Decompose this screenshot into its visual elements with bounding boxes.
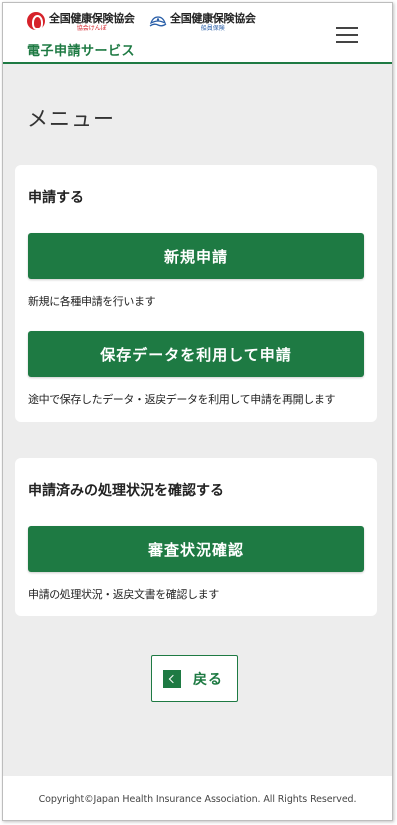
status-section-card: 申請済みの処理状況を確認する 審査状況確認 申請の処理状況・返戻文書を確認します: [15, 458, 377, 616]
service-name[interactable]: 電子申請サービス: [27, 40, 135, 59]
senin-hoken-logo[interactable]: 全国健康保険協会 船員保険: [149, 12, 256, 33]
senin-hoken-logo-icon: [149, 16, 167, 27]
copyright-text: Copyright©Japan Health Insurance Associa…: [38, 793, 357, 805]
site-footer: Copyright©Japan Health Insurance Associa…: [3, 776, 392, 820]
kyokai-kenpo-logo-icon: [27, 12, 45, 30]
section-title-apply: 申請する: [28, 190, 84, 206]
resume-saved-data-button[interactable]: 保存データを利用して申請: [28, 331, 364, 377]
hamburger-menu-icon[interactable]: [336, 27, 358, 44]
logo2-sub: 船員保険: [200, 25, 225, 32]
site-header: 全国健康保険協会 協会けんぽ 全国健康保険協会 船員保険 電子申請サービス: [3, 3, 392, 64]
chevron-left-icon: [163, 669, 181, 688]
resume-saved-data-description: 途中で保存したデータ・返戻データを利用して申請を再開します: [28, 393, 336, 406]
logo1-name: 全国健康保険協会: [49, 12, 135, 25]
logo2-name: 全国健康保険協会: [170, 12, 256, 25]
back-button[interactable]: 戻る: [151, 655, 238, 702]
back-button-label: 戻る: [193, 671, 223, 688]
review-status-description: 申請の処理状況・返戻文書を確認します: [28, 588, 219, 601]
logo1-sub: 協会けんぽ: [76, 25, 107, 32]
app-frame: 全国健康保険協会 協会けんぽ 全国健康保険協会 船員保険 電子申請サービス メニ…: [2, 2, 393, 821]
review-status-button[interactable]: 審査状況確認: [28, 526, 364, 572]
new-application-description: 新規に各種申請を行います: [28, 295, 156, 308]
new-application-button[interactable]: 新規申請: [28, 233, 364, 279]
page-title: メニュー: [27, 107, 115, 131]
apply-section-card: 申請する 新規申請 新規に各種申請を行います 保存データを利用して申請 途中で保…: [15, 165, 377, 422]
section-title-status: 申請済みの処理状況を確認する: [28, 483, 224, 499]
kyokai-kenpo-logo[interactable]: 全国健康保険協会 協会けんぽ: [27, 12, 135, 33]
